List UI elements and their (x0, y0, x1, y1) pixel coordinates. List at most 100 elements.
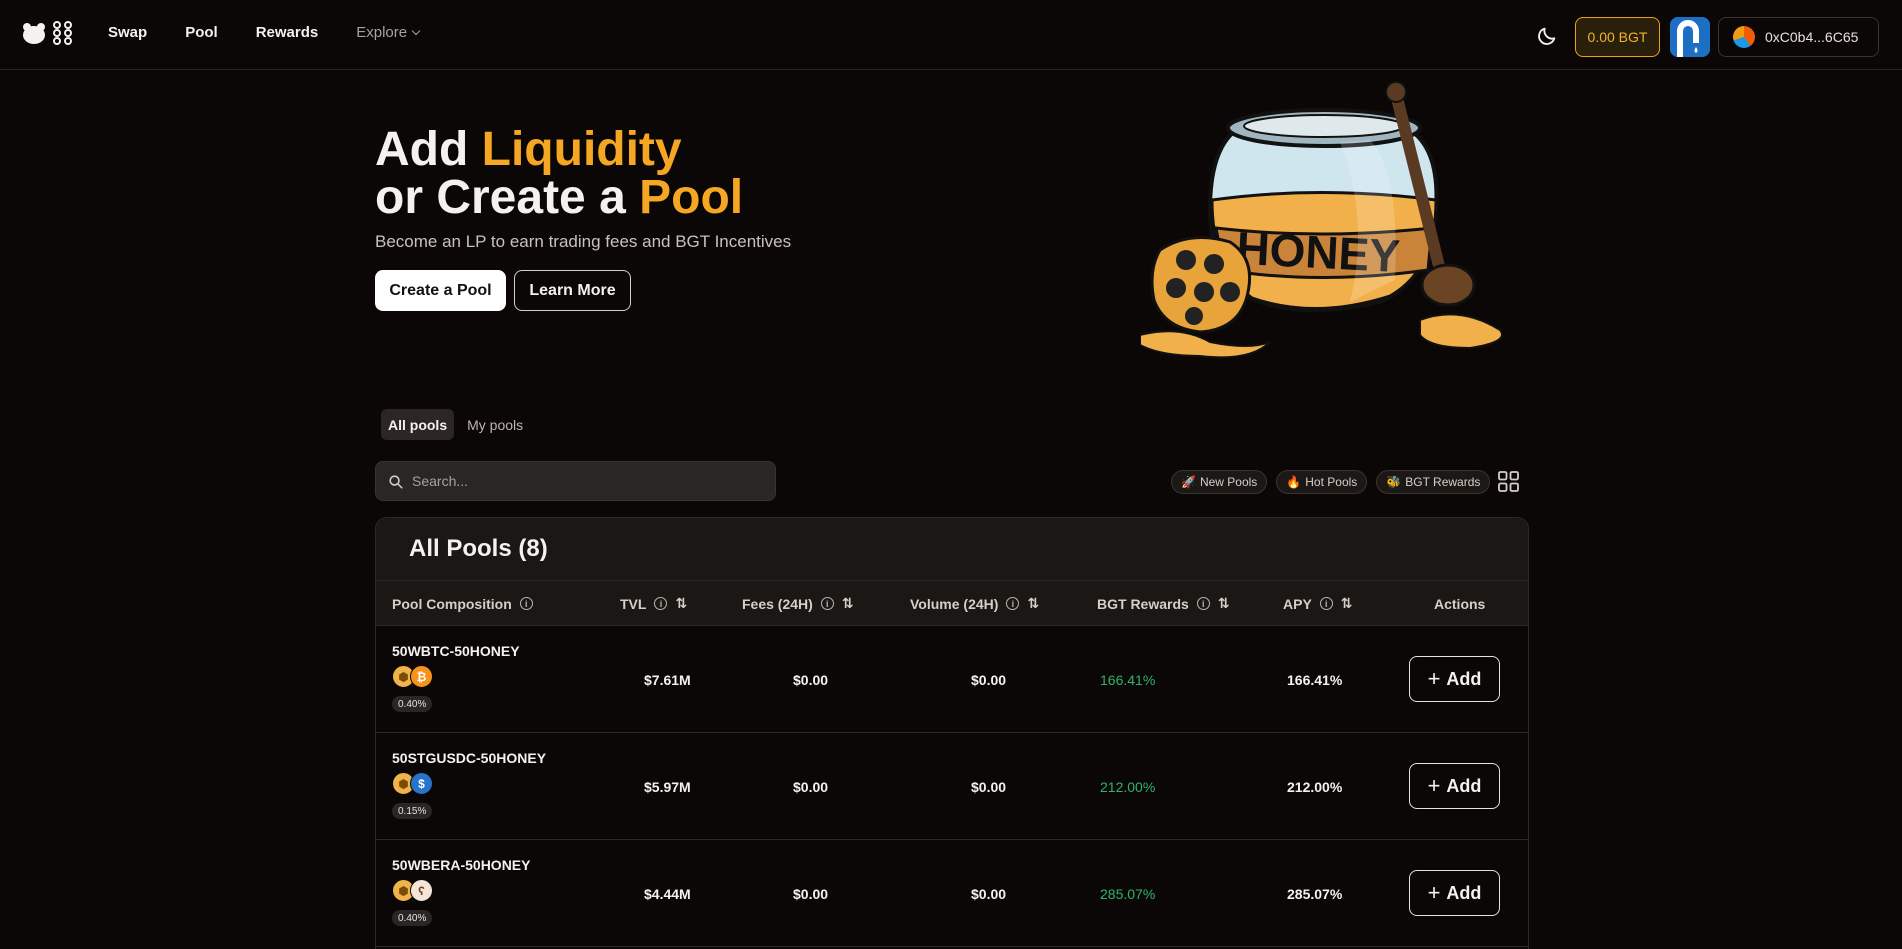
col-label: Fees (24H) (742, 595, 813, 612)
nav-swap[interactable]: Swap (108, 24, 147, 41)
chevron-down-icon (411, 26, 421, 35)
info-icon[interactable]: i (1196, 597, 1210, 610)
bgt-rewards-value: 212.00% (1100, 778, 1156, 795)
token-icons: ⬢ ʕ (392, 879, 433, 902)
moon-icon[interactable] (1536, 25, 1558, 47)
apy-value: 166.41% (1287, 671, 1343, 688)
table-title: All Pools (8) (376, 518, 1528, 581)
add-liquidity-button[interactable]: + Add (1409, 656, 1500, 702)
pool-name: 50WBTC-50HONEY (392, 643, 520, 659)
col-label: Volume (24H) (910, 595, 999, 612)
info-icon[interactable]: i (820, 597, 834, 610)
top-bar: Swap Pool Rewards Explore 0.00 BGT 0xC0b… (0, 0, 1902, 70)
new-pools-filter[interactable]: 🚀 New Pools (1171, 470, 1268, 494)
create-pool-button[interactable]: Create a Pool (375, 270, 506, 311)
faucet-icon (1670, 17, 1710, 57)
bgt-balance-button[interactable]: 0.00 BGT (1575, 17, 1660, 57)
nav-pool[interactable]: Pool (185, 24, 218, 41)
apy-value: 212.00% (1287, 778, 1343, 795)
bgt-rewards-value: 285.07% (1100, 885, 1156, 902)
hero-title-highlight: Pool (639, 171, 744, 224)
filter-chips: 🚀 New Pools 🔥 Hot Pools 🐝 BGT Rewards (1171, 470, 1491, 494)
col-fees[interactable]: Fees (24H) i ⇅ (742, 581, 854, 626)
wallet-avatar (1733, 26, 1755, 48)
bgt-rewards-filter[interactable]: 🐝 BGT Rewards (1376, 470, 1491, 494)
bgt-rewards-value: 166.41% (1100, 671, 1156, 688)
search-icon (389, 474, 403, 489)
token-icons: ⬢ ₿ (392, 665, 433, 688)
bgt-rewards-label: BGT Rewards (1405, 475, 1481, 489)
volume-value: $0.00 (971, 885, 1007, 902)
table-header: Pool Composition i TVL i ⇅ Fees (24H) i … (376, 581, 1528, 626)
hero-subtitle: Become an LP to earn trading fees and BG… (375, 232, 792, 251)
fees-value: $0.00 (793, 671, 829, 688)
bee-icon: 🐝 (1386, 475, 1402, 489)
info-icon[interactable]: i (1319, 597, 1333, 610)
add-liquidity-button[interactable]: + Add (1409, 870, 1500, 916)
new-pools-label: New Pools (1199, 475, 1258, 489)
info-icon[interactable]: i (519, 597, 533, 610)
fees-value: $0.00 (793, 778, 829, 795)
wallet-button[interactable]: 0xC0b4...6C65 (1718, 17, 1879, 57)
hero-title: Add Liquidity or Create a Pool (375, 126, 743, 222)
info-icon[interactable]: i (1006, 597, 1020, 610)
tvl-value: $4.44M (644, 885, 691, 902)
table-row[interactable]: 50STGUSDC-50HONEY ⬢ $ 0.15% $5.97M $0.00… (376, 733, 1528, 840)
tvl-value: $5.97M (644, 778, 691, 795)
apy-value: 285.07% (1287, 885, 1343, 902)
usdc-token-icon: $ (410, 772, 433, 795)
pool-name: 50WBERA-50HONEY (392, 857, 531, 873)
grid-view-icon[interactable] (1498, 471, 1519, 492)
col-bgt-rewards[interactable]: BGT Rewards i ⇅ (1097, 581, 1230, 626)
tvl-value: $7.61M (644, 671, 691, 688)
fees-value: $0.00 (793, 885, 829, 902)
col-actions: Actions (1434, 581, 1485, 626)
table-row[interactable]: 50WBERA-50HONEY ⬢ ʕ 0.40% $4.44M $0.00 $… (376, 840, 1528, 947)
sort-icon[interactable]: ⇅ (1218, 595, 1230, 612)
nav-explore[interactable]: Explore (356, 24, 421, 41)
sort-icon[interactable]: ⇅ (1027, 595, 1039, 612)
hero-title-part: Add (375, 123, 482, 176)
sort-icon[interactable]: ⇅ (675, 595, 687, 612)
tab-my-pools[interactable]: My pools (460, 409, 530, 440)
col-label: Pool Composition (392, 595, 512, 612)
col-label: TVL (620, 595, 647, 612)
plus-icon: + (1427, 666, 1441, 691)
sort-icon[interactable]: ⇅ (1341, 595, 1353, 612)
search-box (375, 461, 776, 501)
search-input[interactable] (412, 473, 752, 489)
learn-more-button[interactable]: Learn More (514, 270, 631, 311)
col-apy[interactable]: APY i ⇅ (1283, 581, 1353, 626)
hero-title-part: or Create a (375, 171, 640, 224)
pool-name: 50STGUSDC-50HONEY (392, 750, 547, 766)
fee-badge: 0.15% (392, 803, 433, 819)
pool-tabs: All pools My pools (381, 409, 530, 440)
col-pool-composition: Pool Composition i (392, 581, 533, 626)
nav-rewards[interactable]: Rewards (256, 24, 319, 41)
volume-value: $0.00 (971, 671, 1007, 688)
faucet-button[interactable] (1670, 17, 1710, 57)
btc-token-icon: ₿ (410, 665, 433, 688)
add-liquidity-button[interactable]: + Add (1409, 763, 1500, 809)
col-label: APY (1283, 595, 1312, 612)
hero-title-highlight: Liquidity (481, 123, 682, 176)
wallet-address: 0xC0b4...6C65 (1765, 29, 1859, 45)
sort-icon[interactable]: ⇅ (842, 595, 854, 612)
volume-value: $0.00 (971, 778, 1007, 795)
tab-all-pools[interactable]: All pools (381, 409, 455, 440)
plus-icon: + (1427, 880, 1441, 905)
bera-token-icon: ʕ (410, 879, 433, 902)
berachain-logo[interactable] (22, 21, 74, 45)
hot-pools-filter[interactable]: 🔥 Hot Pools (1276, 470, 1368, 494)
col-volume[interactable]: Volume (24H) i ⇅ (910, 581, 1039, 626)
info-icon[interactable]: i (654, 597, 668, 610)
honey-jar-illustration: HONEY (1140, 81, 1503, 359)
token-icons: ⬢ $ (392, 772, 433, 795)
table-row[interactable]: 50WBTC-50HONEY ⬢ ₿ 0.40% $7.61M $0.00 $0… (376, 626, 1528, 733)
pools-table: All Pools (8) Pool Composition i TVL i ⇅… (375, 517, 1529, 949)
nav-explore-label: Explore (356, 24, 408, 41)
bex-logo-icon (53, 21, 72, 45)
col-tvl[interactable]: TVL i ⇅ (620, 581, 687, 626)
hot-pools-label: Hot Pools (1305, 475, 1358, 489)
add-label: Add (1446, 668, 1482, 689)
